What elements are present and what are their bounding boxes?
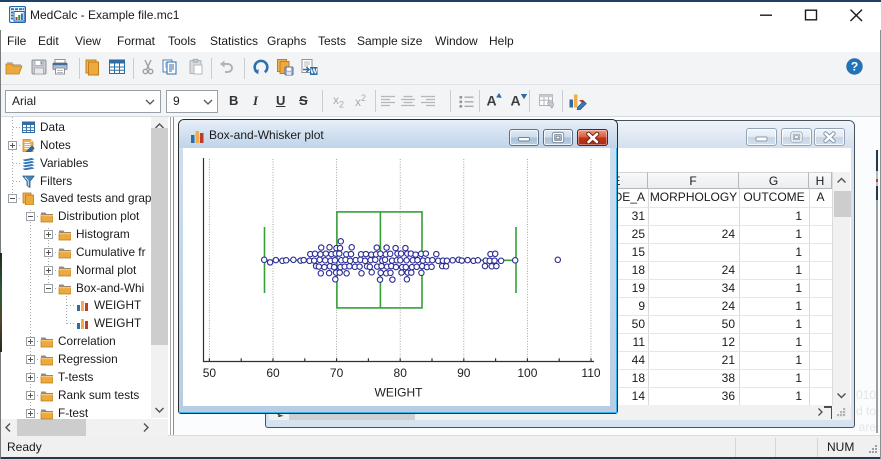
svg-text:A: A: [510, 93, 520, 109]
svg-text:90: 90: [457, 366, 471, 380]
svg-text:W: W: [310, 67, 318, 76]
svg-text:WEIGHT: WEIGHT: [375, 386, 424, 400]
svg-text:110: 110: [581, 366, 600, 380]
svg-text:A: A: [486, 93, 496, 109]
svg-text:80: 80: [394, 366, 408, 380]
svg-text:70: 70: [330, 366, 344, 380]
svg-text:?: ?: [851, 60, 858, 74]
svg-text:100: 100: [517, 366, 537, 380]
svg-text:50: 50: [203, 366, 217, 380]
svg-text:60: 60: [266, 366, 280, 380]
